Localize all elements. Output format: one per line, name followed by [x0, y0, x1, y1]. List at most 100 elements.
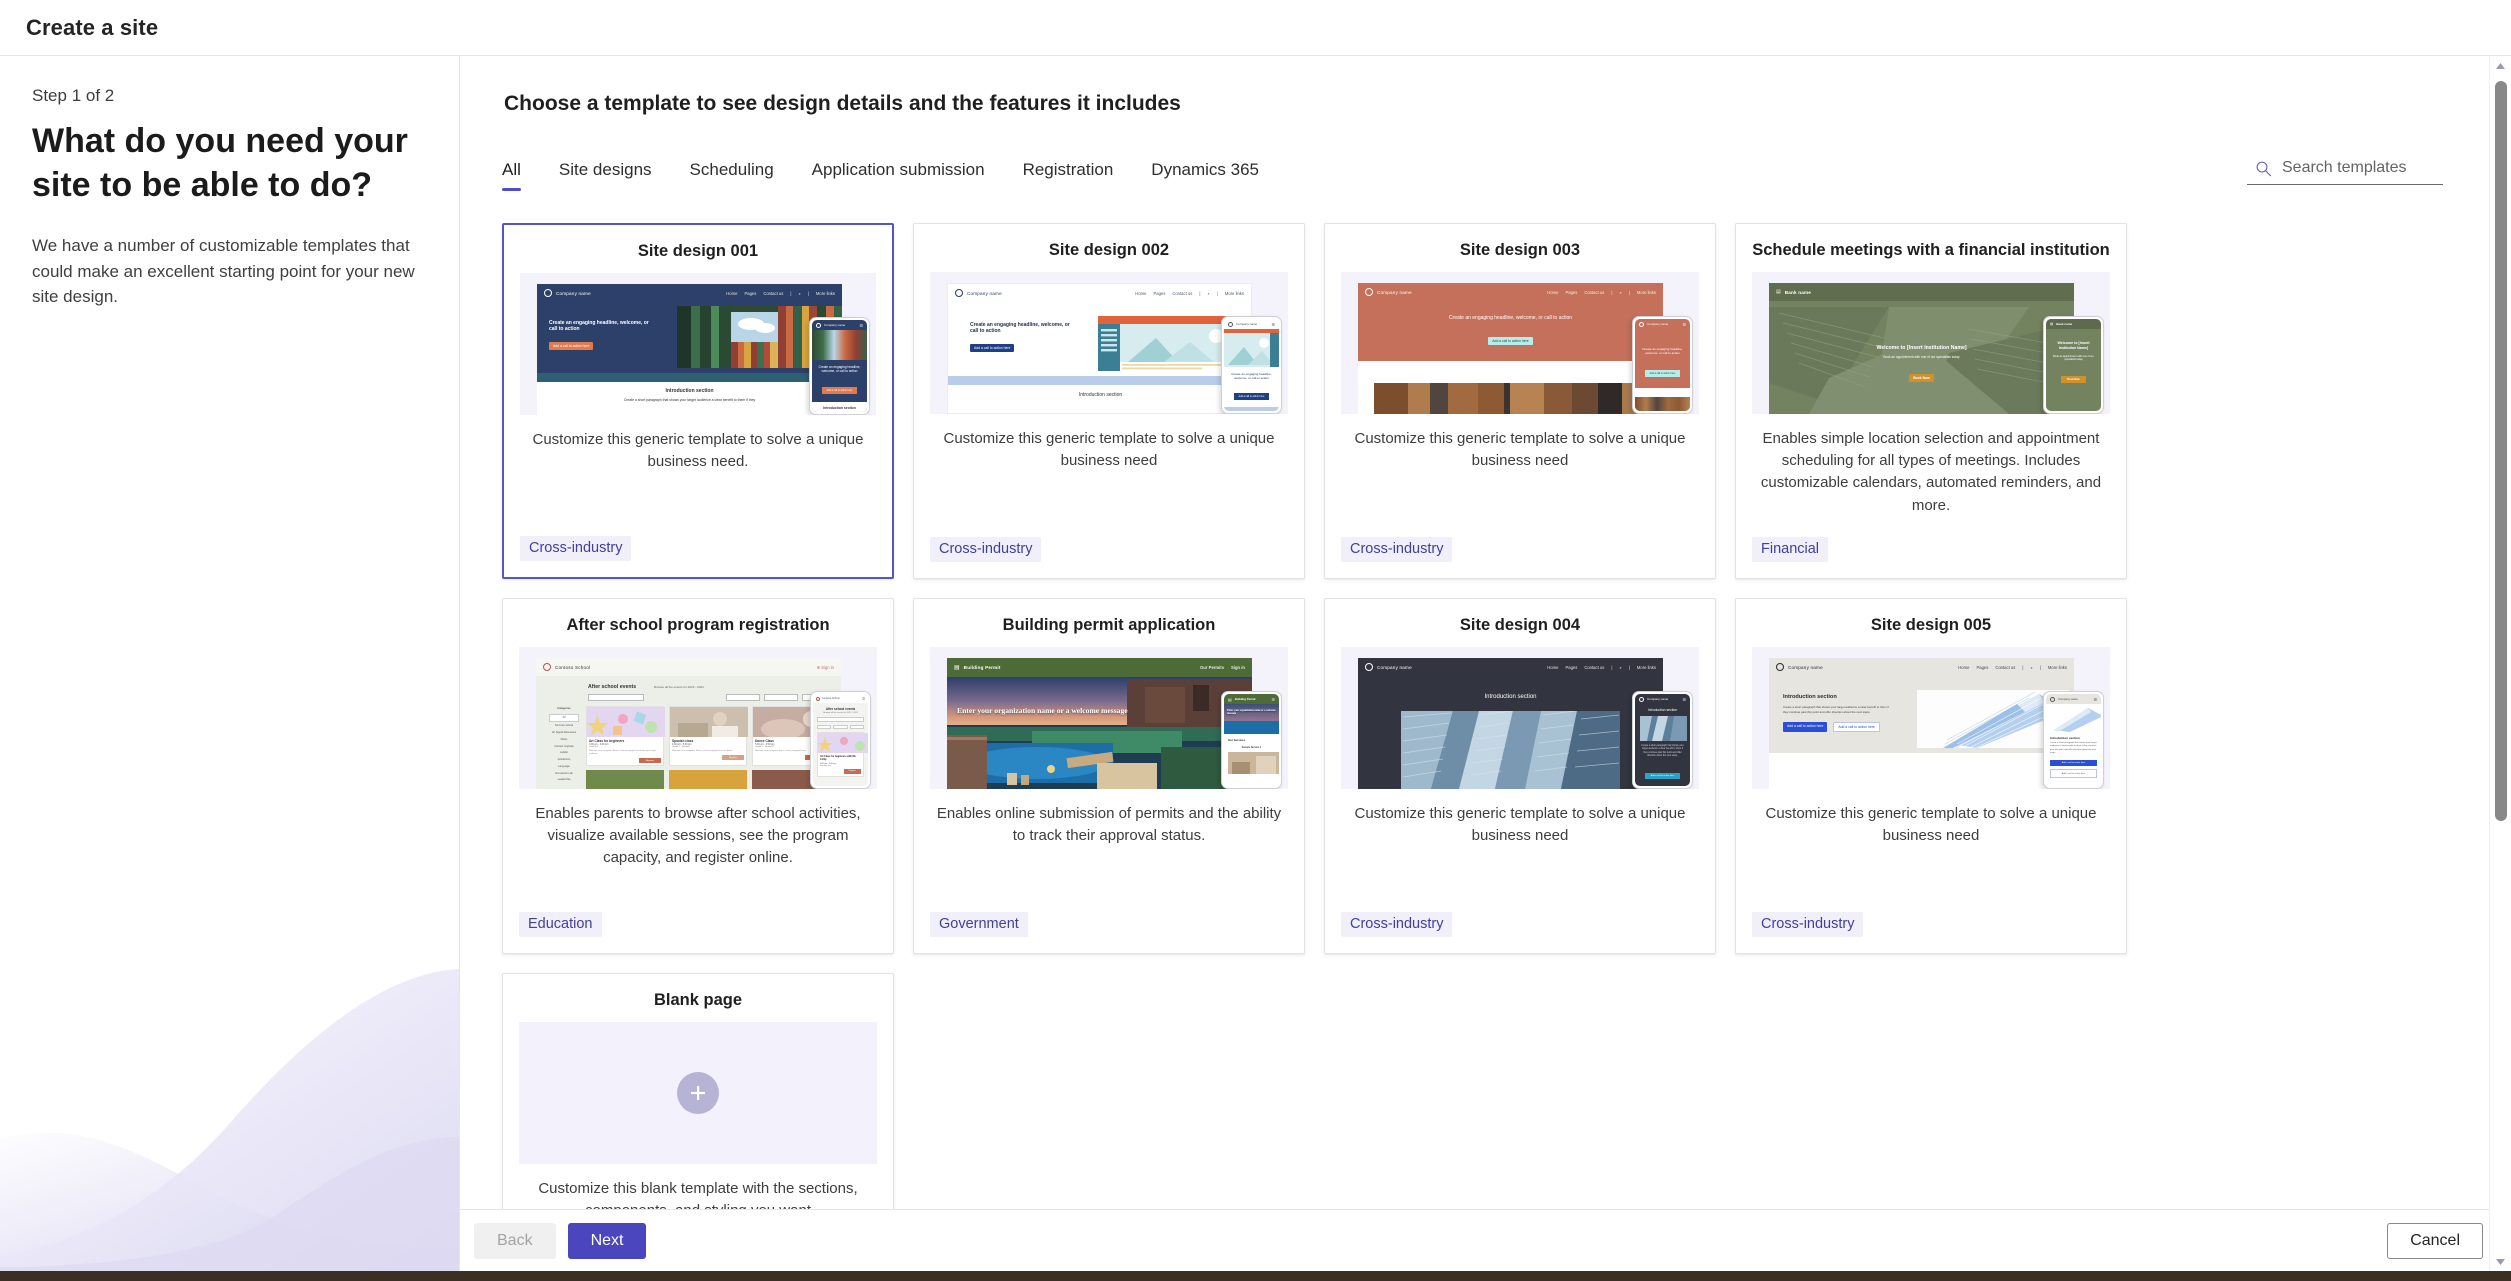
thumb-phone-preview: Company name ☰ Introduction section Creat…: [2043, 691, 2104, 789]
template-tag: Financial: [1752, 537, 1829, 562]
thumb-phone-preview: ▤ Bank name Welcome to [Insert Institutio…: [2043, 316, 2104, 414]
tab-all[interactable]: All: [502, 160, 521, 191]
scrollbar-thumb[interactable]: [2494, 81, 2507, 821]
left-heading: What do you need your site to be able to…: [32, 122, 408, 204]
tab-dynamics-365[interactable]: Dynamics 365: [1151, 160, 1259, 191]
template-tag: Cross-industry: [1341, 912, 1453, 937]
template-description: Customize this blank template with the s…: [538, 1180, 858, 1209]
thumb-logo-name: Company name: [1377, 664, 1412, 670]
template-card-after-school-registration[interactable]: After school program registration Contos…: [502, 598, 894, 954]
thumb-logo-name: Company name: [967, 290, 1002, 296]
thumb-logo-name: Bank name: [1784, 289, 1812, 295]
thumb-logo-name: Company name: [556, 290, 591, 296]
template-title: Site design 003: [1459, 241, 1581, 259]
thumb-cta: Add a call to action here: [1488, 337, 1533, 346]
section-heading: Choose a template to see design details …: [504, 92, 1181, 115]
thumb-headline: After school events: [588, 684, 637, 690]
template-description: Customize this generic template to solve…: [943, 430, 1275, 470]
dialog-title-bar: Create a site: [0, 0, 2511, 56]
template-description: Customize this generic template to solve…: [1354, 430, 1686, 470]
window-bottom-strip: [0, 1271, 2511, 1281]
template-title: Site design 004: [1459, 616, 1581, 634]
template-card-schedule-meetings[interactable]: Schedule meetings with a financial insti…: [1735, 223, 2127, 579]
next-button[interactable]: Next: [567, 1222, 647, 1259]
template-thumbnail: Company name Home Pages Contact us | ⌕ | More …: [930, 272, 1288, 414]
template-title: Building permit application: [1002, 616, 1216, 634]
plus-icon: [677, 1072, 719, 1114]
template-thumbnail: ▤ Bank name Welcome to [Insert Institutio…: [1752, 272, 2110, 414]
thumb-cta: Add a call to action here: [970, 343, 1015, 352]
template-title: Site design 001: [637, 242, 759, 260]
template-title: Site design 002: [1048, 241, 1170, 259]
template-scroll-region[interactable]: Choose a template to see design details …: [460, 56, 2511, 1209]
thumb-logo-name: Building Permit: [963, 664, 1001, 670]
template-description: Customize this generic template to solve…: [532, 431, 864, 471]
search-icon: [2256, 161, 2272, 176]
template-description: Enables parents to browse after school a…: [535, 805, 861, 867]
template-thumbnail: Company name Home Pages Contact us | ⌕ | More …: [1752, 647, 2110, 789]
template-picker-pane: Choose a template to see design details …: [460, 56, 2511, 1271]
scroll-up-arrow[interactable]: [2490, 56, 2511, 75]
template-thumbnail: ▤ Building Permit Our Permits Sign in En…: [930, 647, 1288, 789]
vertical-scrollbar[interactable]: [2489, 56, 2511, 1271]
template-thumbnail: [519, 1022, 877, 1164]
template-card-site-design-004[interactable]: Site design 004 Company name Home Pages Co…: [1324, 598, 1716, 954]
thumb-phone-preview: ▤ Building Permit ☰ Enter your organizatio…: [1221, 691, 1282, 789]
template-card-blank-page[interactable]: Blank page Customize this blank template…: [502, 973, 894, 1209]
template-card-building-permit[interactable]: Building permit application ▤ Building Pe…: [913, 598, 1305, 954]
template-title: Schedule meetings with a financial insti…: [1752, 241, 2110, 259]
template-description: Enables online submission of permits and…: [936, 805, 1282, 845]
thumb-headline: Introduction section: [1484, 694, 1537, 700]
dialog-footer: Back Next Cancel: [460, 1209, 2511, 1271]
template-thumbnail: Company name Home Pages Contact us | ⌕ | More …: [520, 273, 876, 415]
template-title: After school program registration: [566, 616, 830, 634]
thumb-phone-preview: Company name ☰ Introduction section Creat…: [1632, 691, 1693, 789]
left-description: We have a number of customizable templat…: [32, 236, 415, 307]
thumb-cta: Add a call to action here: [549, 341, 594, 350]
search-templates-box[interactable]: Search templates: [2247, 156, 2443, 185]
template-grid: Site design 001 Company name Home Pages Co…: [502, 223, 2471, 1209]
tab-registration[interactable]: Registration: [1023, 160, 1114, 191]
search-input[interactable]: Search templates: [2282, 159, 2407, 177]
template-tag: Cross-industry: [1341, 537, 1453, 562]
tab-site-designs[interactable]: Site designs: [559, 160, 652, 191]
thumb-phone-preview: Company name ☰ Create an engaging headlin…: [1632, 316, 1693, 414]
decorative-waves: [0, 969, 459, 1271]
template-thumbnail: Company name Home Pages Contact us | ⌕ | More …: [1341, 272, 1699, 414]
step-indicator: Step 1 of 2: [32, 86, 115, 105]
cancel-button[interactable]: Cancel: [2387, 1222, 2483, 1259]
scrollbar-track[interactable]: [2490, 75, 2511, 1252]
dialog-body: Step 1 of 2 What do you need your site t…: [0, 56, 2511, 1271]
template-card-site-design-001[interactable]: Site design 001 Company name Home Pages Co…: [502, 223, 894, 579]
template-card-site-design-005[interactable]: Site design 005 Company name Home Pages Co…: [1735, 598, 2127, 954]
template-description: Enables simple location selection and ap…: [1760, 430, 2102, 514]
template-title: Site design 005: [1870, 616, 1992, 634]
thumb-headline: Introduction section: [1783, 694, 1837, 700]
category-tabs: All Site designs Scheduling Application …: [502, 160, 1259, 191]
template-title: Blank page: [653, 991, 743, 1009]
thumb-logo-name: Contoso School: [555, 664, 591, 670]
thumb-cta: Book Now: [1909, 374, 1934, 382]
thumb-logo-name: Company name: [1377, 289, 1412, 295]
template-tag: Government: [930, 912, 1028, 937]
tab-scheduling[interactable]: Scheduling: [690, 160, 774, 191]
thumb-phone-preview: Contoso School ☰ After school events Brow…: [810, 691, 871, 789]
tab-application-submission[interactable]: Application submission: [812, 160, 985, 191]
thumb-logo-name: Company name: [1788, 664, 1823, 670]
thumb-headline: Welcome to [Insert Institution Name]: [1876, 345, 1967, 351]
template-tag: Cross-industry: [930, 537, 1042, 562]
thumb-phone-preview: Company name ☰ Create an engaging headlin…: [809, 317, 870, 415]
filter-bar: All Site designs Scheduling Application …: [502, 156, 2471, 191]
template-card-site-design-003[interactable]: Site design 003 Company name Home Pages Co…: [1324, 223, 1716, 579]
thumb-cta-secondary: Add a call to action here: [1833, 722, 1880, 733]
template-card-site-design-002[interactable]: Site design 002 Company name Home Pages Co…: [913, 223, 1305, 579]
left-info-pane: Step 1 of 2 What do you need your site t…: [0, 56, 460, 1271]
thumb-phone-preview: Company name ☰ Create an engaging headlin…: [1221, 316, 1282, 414]
create-site-dialog: Create a site Step 1 of 2 What do you ne…: [0, 0, 2511, 1281]
thumb-headline: Create an engaging headline, welcome, or…: [970, 322, 1070, 335]
back-button[interactable]: Back: [474, 1222, 556, 1259]
template-tag: Cross-industry: [1752, 912, 1864, 937]
template-thumbnail: Contoso School ⊕ Sign in After school ev…: [519, 647, 877, 789]
scroll-down-arrow[interactable]: [2490, 1252, 2511, 1271]
thumb-cta: Add a call to action here: [1783, 722, 1828, 733]
